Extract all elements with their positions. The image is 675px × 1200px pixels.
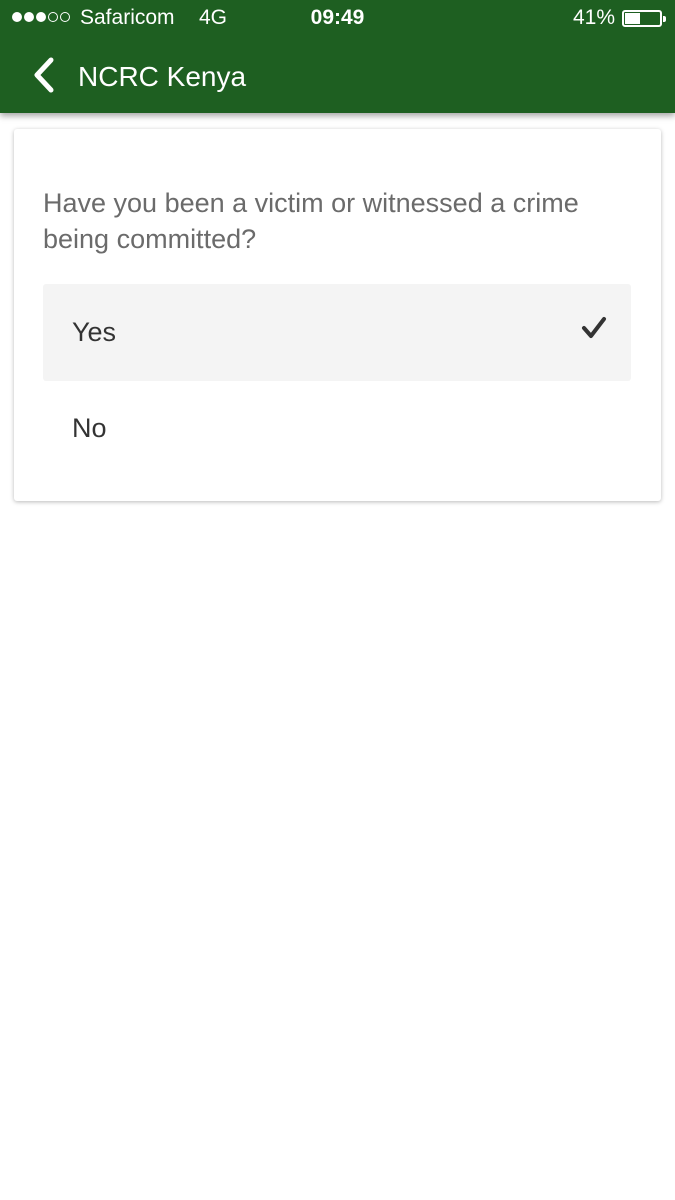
checkmark-icon	[582, 317, 606, 338]
app-bar: Safaricom 4G 09:49 41% NCRC Kenya	[0, 0, 675, 113]
question-text: Have you been a victim or witnessed a cr…	[43, 188, 579, 254]
battery-icon	[622, 10, 666, 27]
option-label: No	[72, 413, 107, 443]
option-yes[interactable]: Yes	[43, 284, 631, 381]
page-title: NCRC Kenya	[78, 61, 247, 92]
question-card: Have you been a victim or witnessed a cr…	[14, 129, 661, 501]
status-bar: Safaricom 4G 09:49 41%	[0, 0, 675, 38]
option-no[interactable]: No	[43, 380, 631, 477]
option-label: Yes	[72, 317, 117, 347]
back-button[interactable]	[22, 50, 66, 100]
battery-percent: 41%	[572, 6, 615, 29]
battery-level-fill	[625, 13, 640, 24]
chevron-left-icon	[34, 57, 54, 93]
